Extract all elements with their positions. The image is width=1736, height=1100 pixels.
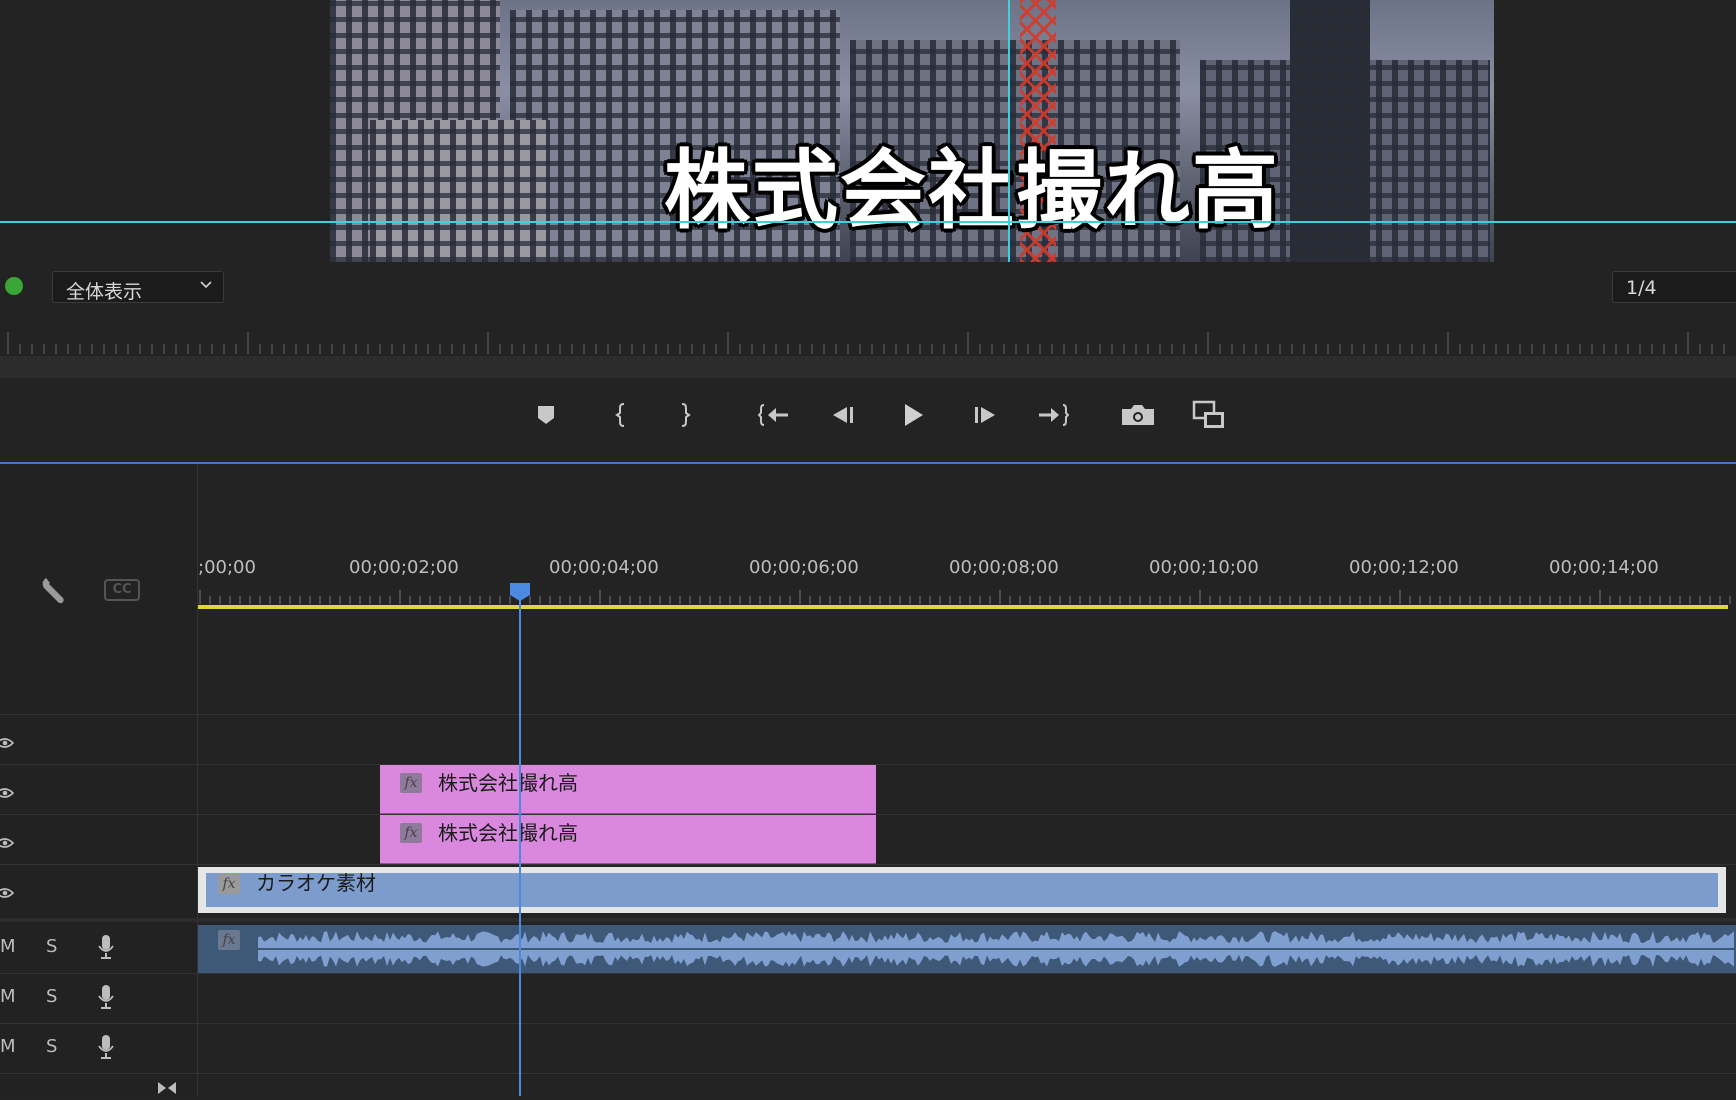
header-divider [197, 610, 198, 1096]
timeline-ruler[interactable] [198, 590, 1736, 604]
solo-button[interactable]: S [46, 986, 57, 1007]
monitor-scroll-bar[interactable] [0, 356, 1736, 378]
fx-badge: fx [218, 930, 240, 950]
mark-out-button[interactable] [665, 398, 705, 432]
chevron-down-icon [199, 277, 213, 296]
video-clip[interactable]: fx カラオケ素材 [198, 867, 1726, 913]
transport-controls [0, 380, 1736, 450]
go-to-in-icon [758, 402, 790, 428]
fx-badge: fx [218, 874, 240, 894]
compare-icon [1192, 400, 1226, 430]
clip-label: 株式会社撮れ高 [438, 821, 578, 845]
track-divider [0, 1023, 1736, 1024]
fx-badge: fx [400, 823, 422, 843]
export-frame-button[interactable] [1118, 398, 1158, 432]
timecode-label: 00;00;08;00 [949, 557, 1059, 578]
eye-icon[interactable] [0, 834, 15, 848]
play-icon [900, 402, 926, 428]
timecode-label: 00;00;10;00 [1149, 557, 1259, 578]
video-audio-divider [0, 918, 1736, 922]
timecode-label: 00;00;04;00 [549, 557, 659, 578]
track-divider [0, 973, 1736, 974]
mute-button[interactable]: M [0, 1036, 16, 1057]
timecode-label: 00;00;06;00 [749, 557, 859, 578]
solo-button[interactable]: S [46, 936, 57, 957]
step-back-button[interactable] [823, 398, 863, 432]
timecode-label: 00;00;02;00 [349, 557, 459, 578]
audio-waveform [258, 931, 1736, 967]
fx-badge: fx [400, 773, 422, 793]
go-to-out-button[interactable] [1033, 398, 1073, 432]
timecode-label: 00;00;14;00 [1549, 557, 1659, 578]
clip-label: 株式会社撮れ高 [438, 771, 578, 795]
zoom-fit-dropdown[interactable]: 全体表示 [52, 271, 224, 303]
clip-label: カラオケ素材 [256, 871, 376, 895]
camera-icon [1119, 402, 1157, 428]
audio-clip[interactable]: fx [198, 925, 1736, 973]
collapse-icon[interactable] [156, 1080, 178, 1096]
comparison-view-button[interactable] [1189, 398, 1229, 432]
playback-resolution-value: 1/4 [1626, 277, 1657, 299]
mark-out-icon [678, 402, 692, 428]
guide-vertical[interactable] [1008, 0, 1010, 262]
mute-button[interactable]: M [0, 936, 16, 957]
track-divider [0, 1073, 1736, 1074]
play-button[interactable] [893, 398, 933, 432]
eye-icon[interactable] [0, 784, 15, 798]
playhead-handle[interactable] [509, 582, 531, 602]
go-to-out-icon [1037, 402, 1069, 428]
solo-button[interactable]: S [46, 1036, 57, 1057]
wrench-icon[interactable] [38, 574, 72, 608]
video-caption: 株式会社撮れ高 [664, 141, 1280, 241]
microphone-icon[interactable] [97, 1034, 115, 1060]
microphone-icon[interactable] [97, 984, 115, 1010]
zoom-fit-value: 全体表示 [66, 281, 143, 303]
monitor-time-ruler[interactable] [0, 330, 1736, 356]
marker-icon [536, 404, 556, 426]
timecode-label: ;00;00 [198, 557, 256, 578]
captions-icon[interactable]: CC [104, 579, 140, 601]
eye-icon[interactable] [0, 884, 15, 898]
mark-in-button[interactable] [601, 398, 641, 432]
add-marker-button[interactable] [526, 398, 566, 432]
microphone-icon[interactable] [97, 934, 115, 960]
title-clip[interactable]: fx 株式会社撮れ高 [380, 765, 876, 814]
track-divider [0, 714, 1736, 715]
go-to-in-button[interactable] [754, 398, 794, 432]
playback-resolution-dropdown[interactable]: 1/4 [1612, 271, 1736, 303]
timecode-label: 00;00;12;00 [1349, 557, 1459, 578]
mark-in-icon [614, 402, 628, 428]
eye-icon[interactable] [0, 734, 15, 748]
status-indicator [5, 277, 23, 295]
title-clip[interactable]: fx 株式会社撮れ高 [380, 815, 876, 864]
step-forward-icon [971, 404, 999, 426]
playhead-line[interactable] [519, 590, 521, 1096]
video-clip-body [206, 873, 1718, 907]
step-back-icon [829, 404, 857, 426]
mute-button[interactable]: M [0, 986, 16, 1007]
work-area-bar[interactable] [198, 605, 1728, 609]
step-forward-button[interactable] [965, 398, 1005, 432]
guide-horizontal[interactable] [0, 221, 1736, 223]
track-divider [0, 864, 1736, 865]
